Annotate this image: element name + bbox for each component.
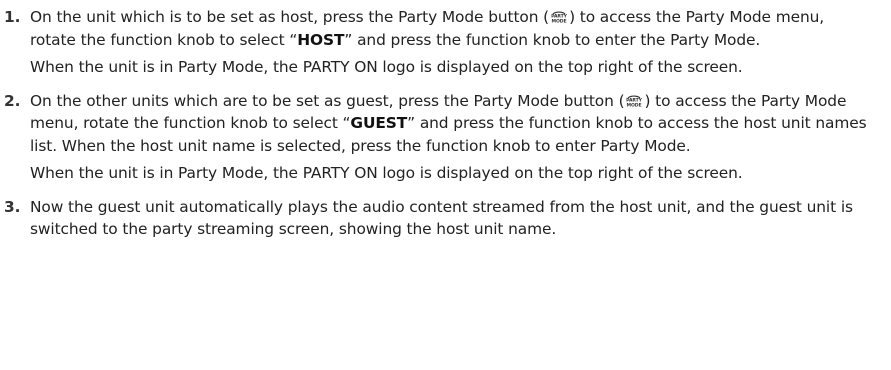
instruction-text: ” and press the function knob to enter t… — [344, 30, 761, 49]
step-number: 1. — [4, 8, 21, 26]
step-body: On the other units which are to be set a… — [30, 90, 871, 185]
instruction-text: On the other units which are to be set a… — [30, 91, 625, 110]
step-3: 3. Now the guest unit automatically play… — [4, 196, 871, 241]
instructions-document: 1. On the unit which is to be set as hos… — [0, 0, 891, 370]
step-2: 2. On the other units which are to be se… — [4, 90, 871, 185]
option-host: HOST — [297, 30, 345, 49]
instruction-text: On the unit which is to be set as host, … — [30, 8, 550, 26]
svg-text:MODE: MODE — [552, 19, 567, 25]
step-instruction: Now the guest unit automatically plays t… — [30, 197, 853, 239]
party-mode-icon: PARTY MODE — [625, 93, 643, 109]
step-instruction: On the unit which is to be set as host, … — [30, 6, 871, 51]
option-guest: GUEST — [350, 114, 408, 132]
step-number: 2. — [4, 91, 21, 110]
step-note: When the unit is in Party Mode, the PART… — [30, 58, 743, 76]
step-1: 1. On the unit which is to be set as hos… — [4, 6, 871, 79]
party-mode-icon: PARTY MODE — [550, 9, 568, 25]
svg-text:MODE: MODE — [627, 102, 642, 108]
step-number: 3. — [4, 197, 21, 216]
step-body: On the unit which is to be set as host, … — [30, 6, 871, 79]
step-note: When the unit is in Party Mode, the PART… — [30, 164, 743, 182]
step-instruction: On the other units which are to be set a… — [30, 90, 871, 158]
step-body: Now the guest unit automatically plays t… — [30, 196, 871, 241]
